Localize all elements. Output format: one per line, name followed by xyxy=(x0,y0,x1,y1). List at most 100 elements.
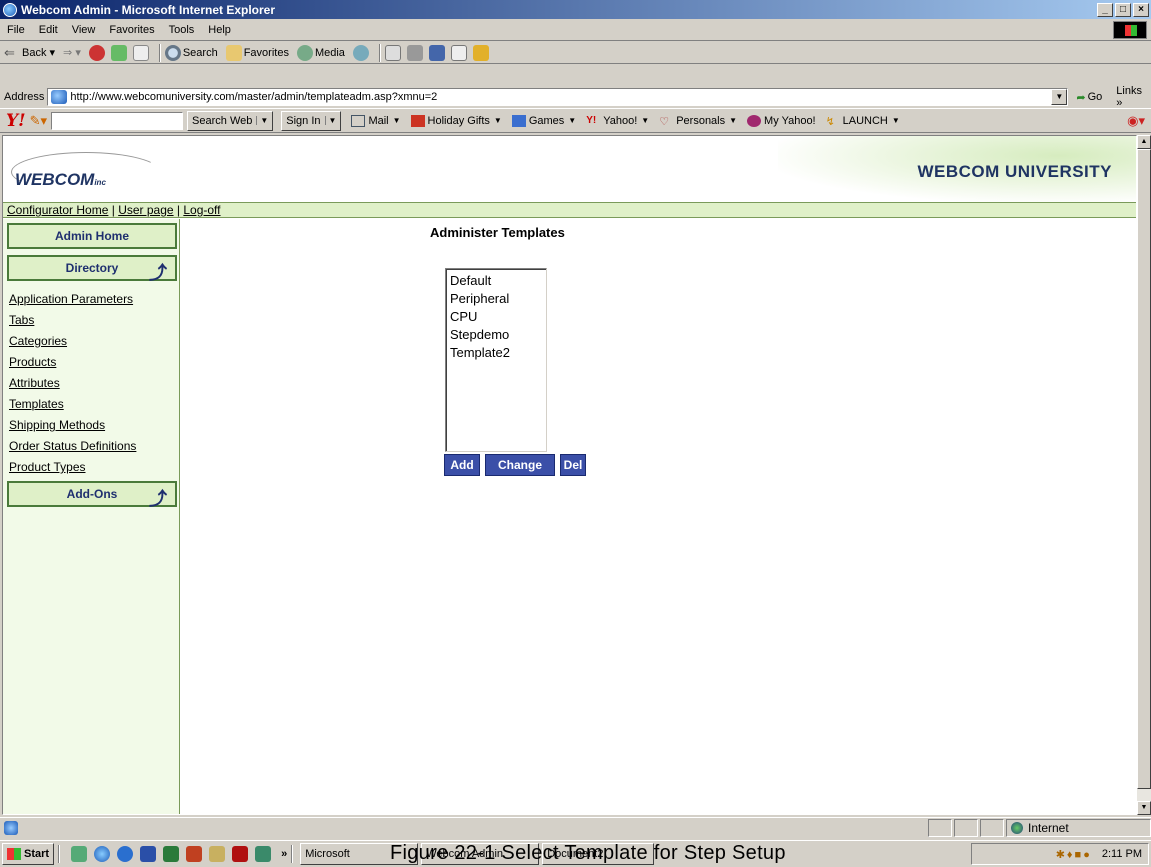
word-icon[interactable] xyxy=(140,846,157,862)
back-arrow-icon: ⇐ xyxy=(4,44,20,61)
search-button[interactable]: Search xyxy=(164,44,218,61)
mail-link[interactable]: Mail ▼ xyxy=(351,114,401,127)
games-link[interactable]: Games ▼ xyxy=(511,114,576,127)
my-yahoo-link[interactable]: My Yahoo! xyxy=(747,114,816,127)
nav-products[interactable]: Products xyxy=(9,355,56,369)
logoff-link[interactable]: Log-off xyxy=(183,203,220,217)
scroll-thumb[interactable] xyxy=(1137,149,1151,789)
address-dropdown-icon[interactable]: ▼ xyxy=(1051,89,1068,105)
nav-application-parameters[interactable]: Application Parameters xyxy=(9,292,133,306)
holiday-gifts-link[interactable]: Holiday Gifts ▼ xyxy=(410,114,502,127)
windows-flag-icon xyxy=(7,848,21,860)
menu-tools[interactable]: Tools xyxy=(162,24,202,36)
tray-icons: ✱♦■● xyxy=(1055,848,1092,861)
powerpoint-icon[interactable] xyxy=(186,846,203,862)
nav-templates[interactable]: Templates xyxy=(9,397,64,411)
template-option[interactable]: CPU xyxy=(450,308,546,326)
yahoo-search-input[interactable] xyxy=(51,111,184,130)
search-quicklaunch-icon[interactable] xyxy=(209,846,226,862)
template-option[interactable]: Default xyxy=(450,272,546,290)
mail-icon[interactable] xyxy=(384,44,401,61)
add-button[interactable]: Add xyxy=(444,454,480,476)
collapse-arrow-icon[interactable]: ⤴ xyxy=(149,259,167,285)
addons-header[interactable]: Add-Ons ⤴ xyxy=(7,481,177,509)
university-title: WEBCOM UNIVERSITY xyxy=(917,162,1112,181)
configurator-home-link[interactable]: Configurator Home xyxy=(7,203,108,217)
change-button[interactable]: Change xyxy=(485,454,555,476)
template-listbox[interactable]: Default Peripheral CPU Stepdemo Template… xyxy=(445,268,547,452)
start-button[interactable]: Start xyxy=(2,843,55,865)
task-document2[interactable]: Document2 xyxy=(542,843,655,865)
go-button[interactable]: ➦ Go xyxy=(1076,91,1102,104)
favorites-button[interactable]: Favorites xyxy=(225,44,289,61)
forward-button[interactable]: ⇒ ▾ xyxy=(63,46,81,59)
admin-home-button[interactable]: Admin Home xyxy=(7,223,177,249)
menu-favorites[interactable]: Favorites xyxy=(102,24,161,36)
task-webcom-admin[interactable]: Webcom Admin xyxy=(421,843,540,865)
nav-tabs[interactable]: Tabs xyxy=(9,313,34,327)
ie-window: Webcom Admin - Microsoft Internet Explor… xyxy=(0,0,1151,867)
ie-quicklaunch-icon[interactable] xyxy=(94,846,111,862)
address-url[interactable]: http://www.webcomuniversity.com/master/a… xyxy=(70,91,1051,103)
nav-categories[interactable]: Categories xyxy=(9,334,67,348)
go-arrow-icon: ➦ xyxy=(1076,91,1086,104)
search-icon xyxy=(164,44,181,61)
links-button[interactable]: Links » xyxy=(1116,85,1151,109)
search-web-button[interactable]: Search Web ▼ xyxy=(187,110,274,131)
menu-view[interactable]: View xyxy=(65,24,103,36)
toolbar-options-icon[interactable]: ◉▾ xyxy=(1127,113,1145,129)
template-option[interactable]: Stepdemo xyxy=(450,326,546,344)
menu-edit[interactable]: Edit xyxy=(32,24,65,36)
personals-link[interactable]: ♡ Personals ▼ xyxy=(659,115,737,128)
windows-logo-icon xyxy=(1113,21,1147,39)
menu-file[interactable]: File xyxy=(0,24,32,36)
excel-icon[interactable] xyxy=(163,846,180,862)
taskbar: Start » Microsoft Webcom Admin Document2… xyxy=(0,840,1151,867)
refresh-icon[interactable] xyxy=(110,44,127,61)
top-nav: Configurator Home | User page | Log-off xyxy=(3,202,1136,218)
template-option[interactable]: Template2 xyxy=(450,344,546,362)
nav-product-types[interactable]: Product Types xyxy=(9,460,86,474)
collapse-arrow-icon[interactable]: ⤴ xyxy=(149,485,167,511)
maximize-button[interactable]: □ xyxy=(1115,2,1131,17)
nav-attributes[interactable]: Attributes xyxy=(9,376,60,390)
outlook-icon[interactable] xyxy=(117,846,134,862)
media-button[interactable]: Media xyxy=(296,44,345,61)
directory-header[interactable]: Directory ⤴ xyxy=(7,255,177,283)
minimize-button[interactable]: _ xyxy=(1097,2,1113,17)
template-option[interactable]: Peripheral xyxy=(450,290,546,308)
yahoo-logo-icon[interactable]: Y! xyxy=(6,111,26,131)
status-bar: Internet xyxy=(0,817,1151,838)
scroll-down-icon[interactable]: ▼ xyxy=(1137,801,1151,815)
address-bar: Address http://www.webcomuniversity.com/… xyxy=(0,85,1151,109)
home-icon[interactable] xyxy=(132,44,149,61)
edit-icon[interactable] xyxy=(428,44,445,61)
close-button[interactable]: × xyxy=(1133,2,1149,17)
page-icon xyxy=(51,90,68,104)
acrobat-icon[interactable] xyxy=(232,846,249,862)
address-field[interactable]: http://www.webcomuniversity.com/master/a… xyxy=(47,88,1069,106)
nav-order-status-definitions[interactable]: Order Status Definitions xyxy=(9,439,136,453)
user-page-link[interactable]: User page xyxy=(118,203,173,217)
scroll-up-icon[interactable]: ▲ xyxy=(1137,135,1151,149)
discuss-icon[interactable] xyxy=(450,44,467,61)
vertical-scrollbar[interactable]: ▲ ▼ xyxy=(1137,135,1151,815)
print-icon[interactable] xyxy=(406,44,423,61)
media-icon xyxy=(296,44,313,61)
yahoo-y-icon: Y! xyxy=(586,114,597,126)
nav-shipping-methods[interactable]: Shipping Methods xyxy=(9,418,105,432)
yahoo-link[interactable]: Y! Yahoo! ▼ xyxy=(586,115,649,127)
pencil-icon[interactable]: ✎▾ xyxy=(30,113,47,129)
del-button[interactable]: Del xyxy=(560,454,586,476)
launch-link[interactable]: ↯ LAUNCH ▼ xyxy=(826,115,900,128)
more-icon[interactable]: » xyxy=(281,848,287,860)
sign-in-button[interactable]: Sign In ▼ xyxy=(281,110,342,131)
history-icon[interactable] xyxy=(352,44,369,61)
back-button[interactable]: ⇐ Back ▾ xyxy=(4,44,55,61)
show-desktop-icon[interactable] xyxy=(71,846,88,862)
messenger-icon[interactable] xyxy=(472,44,489,61)
app-quicklaunch-icon[interactable] xyxy=(255,846,272,862)
menu-help[interactable]: Help xyxy=(201,24,238,36)
task-microsoft[interactable]: Microsoft xyxy=(300,843,419,865)
stop-icon[interactable] xyxy=(88,44,105,61)
